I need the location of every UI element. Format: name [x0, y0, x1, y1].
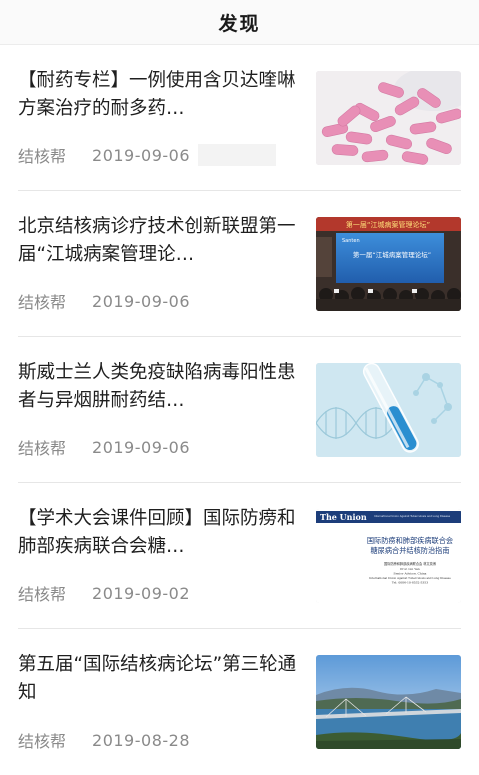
- article-title[interactable]: 斯威士兰人类免疫缺陷病毒阳性患者与异烟肼耐药结…: [18, 359, 298, 415]
- article-source: 结核帮: [18, 585, 67, 604]
- article-date: 2019-09-06: [92, 291, 190, 311]
- article-title[interactable]: 北京结核病诊疗技术创新联盟第一届“江城病案管理论…: [18, 213, 298, 269]
- slide-line-4: International Union Against Tuberculosis…: [369, 576, 451, 580]
- article-meta: 结核帮 2019-09-06: [18, 435, 190, 459]
- article-meta: 结核帮 2019-09-06: [18, 289, 190, 313]
- list-item[interactable]: 【耐药专栏】一例使用含贝达喹啉方案治疗的耐多药… 结核帮 2019-09-06: [18, 45, 461, 191]
- slide-line-3: Senior Advisor, China: [394, 571, 427, 575]
- top-nav-bar: 发现: [0, 0, 479, 45]
- article-feed: 【耐药专栏】一例使用含贝达喹啉方案治疗的耐多药… 结核帮 2019-09-06: [0, 45, 479, 775]
- article-title[interactable]: 【学术大会课件回顾】国际防痨和肺部疾病联合会糖…: [18, 505, 298, 561]
- slide-heading-1: 国际防痨和肺部疾病联合会: [367, 536, 453, 545]
- redacted-area: [198, 144, 276, 166]
- article-meta: 结核帮 2019-08-28: [18, 728, 190, 752]
- list-item[interactable]: 北京结核病诊疗技术创新联盟第一届“江城病案管理论… 结核帮 2019-09-06…: [18, 191, 461, 337]
- bridge-illustration: [316, 655, 461, 749]
- screen-logo: Santen: [342, 238, 360, 244]
- list-item[interactable]: 【学术大会课件回顾】国际防痨和肺部疾病联合会糖… 结核帮 2019-09-02 …: [18, 483, 461, 629]
- slide-line-1: 国际防痨和肺部疾病联合会 林文奕博: [384, 561, 437, 566]
- the-union-slide: The Union International Union Against Tu…: [316, 508, 461, 603]
- article-source: 结核帮: [18, 147, 67, 166]
- article-title[interactable]: 第五届“国际结核病论坛”第三轮通知: [18, 651, 298, 707]
- dna-test-tube-image[interactable]: [316, 362, 461, 457]
- union-org-name: International Union Against Tuberculosis…: [374, 514, 450, 518]
- article-source: 结核帮: [18, 732, 67, 751]
- the-union-slide-image[interactable]: The Union International Union Against Tu…: [316, 508, 461, 603]
- article-meta: 结核帮 2019-09-02: [18, 581, 190, 605]
- screen-title: 第一届“江城病案管理论坛”: [353, 250, 431, 259]
- the-union-logo: The Union: [320, 512, 367, 522]
- article-date: 2019-08-28: [92, 730, 190, 750]
- slide-line-2: Prof. Lin Yan: [400, 567, 420, 571]
- article-date: 2019-09-06: [92, 437, 190, 457]
- bridge-landscape-image[interactable]: [316, 655, 461, 749]
- conference-image[interactable]: 第一届“江城病案管理论坛” Santen 第一届“江城病案管理论坛”: [316, 216, 461, 311]
- conference-illustration: 第一届“江城病案管理论坛” Santen 第一届“江城病案管理论坛”: [316, 216, 461, 311]
- slide-heading-2: 糖尿病合并结核防治指南: [370, 546, 449, 555]
- banner-text: 第一届“江城病案管理论坛”: [346, 220, 430, 229]
- list-item[interactable]: 斯威士兰人类免疫缺陷病毒阳性患者与异烟肼耐药结… 结核帮 2019-09-06: [18, 337, 461, 483]
- dna-illustration: [316, 362, 461, 457]
- slide-line-5: Tel: 0086-10-8532-5353: [392, 580, 428, 584]
- pills-illustration: [316, 70, 461, 165]
- article-title[interactable]: 【耐药专栏】一例使用含贝达喹啉方案治疗的耐多药…: [18, 67, 298, 123]
- article-date: 2019-09-06: [92, 145, 190, 165]
- pills-image[interactable]: [316, 70, 461, 165]
- article-source: 结核帮: [18, 439, 67, 458]
- article-meta: 结核帮 2019-09-06: [18, 143, 276, 167]
- article-date: 2019-09-02: [92, 583, 190, 603]
- list-item[interactable]: 第五届“国际结核病论坛”第三轮通知 结核帮 2019-08-28: [18, 629, 461, 775]
- article-source: 结核帮: [18, 293, 67, 312]
- page-title: 发现: [218, 12, 261, 35]
